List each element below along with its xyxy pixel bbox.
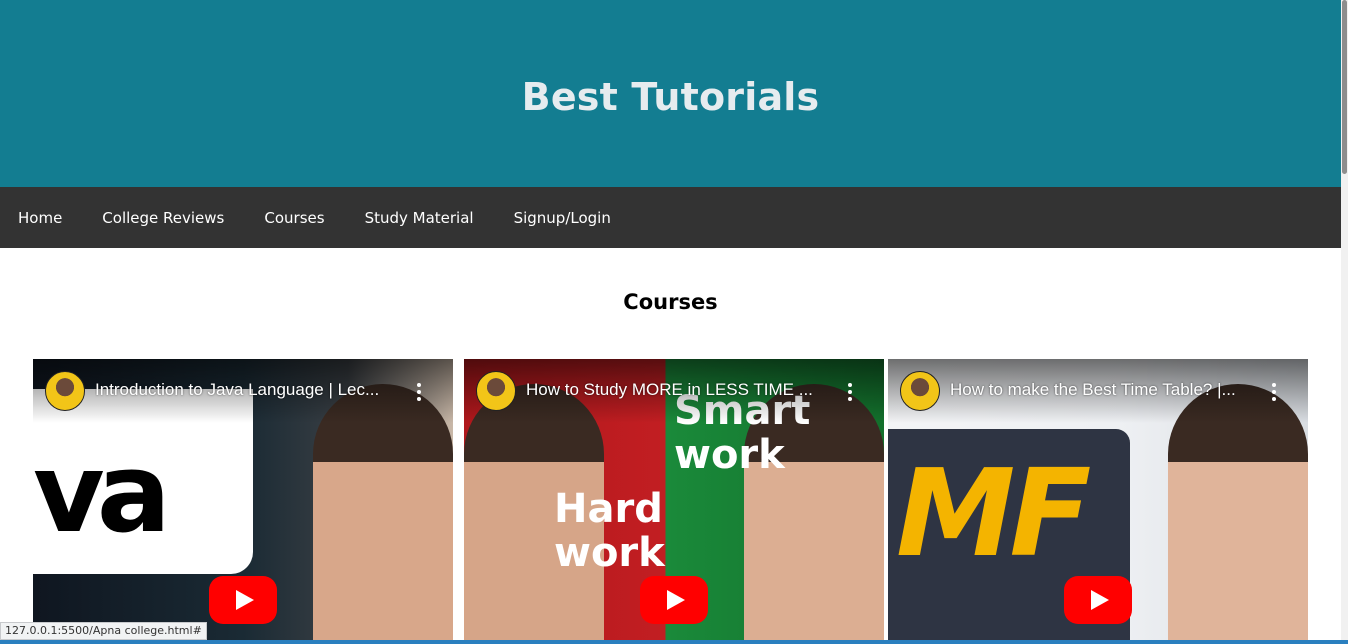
video-title[interactable]: How to make the Best Time Table? |... — [950, 380, 1260, 400]
play-button-icon[interactable] — [1064, 576, 1132, 624]
video-title[interactable]: Introduction to Java Language | Lec... — [95, 380, 405, 400]
channel-avatar[interactable] — [900, 371, 940, 411]
thumbnail-text: va — [33, 429, 171, 557]
scrollbar-thumb[interactable] — [1342, 0, 1347, 174]
nav-item-college-reviews[interactable]: College Reviews — [102, 209, 224, 227]
more-options-icon[interactable] — [848, 383, 852, 401]
courses-heading: Courses — [623, 290, 718, 314]
nav-item-courses[interactable]: Courses — [264, 209, 324, 227]
thumbnail-text-left: Hard work — [554, 486, 665, 576]
video-embed-time-table[interactable]: MF How to make the Best Time Table? |... — [888, 359, 1308, 644]
window-bottom-edge — [0, 640, 1348, 644]
site-header: Best Tutorials — [0, 0, 1341, 187]
play-button-icon[interactable] — [209, 576, 277, 624]
video-title[interactable]: How to Study MORE in LESS TIME ... — [526, 380, 836, 400]
channel-avatar[interactable] — [45, 371, 85, 411]
nav-item-home[interactable]: Home — [18, 209, 62, 227]
vertical-scrollbar[interactable] — [1341, 0, 1348, 644]
nav-item-signup-login[interactable]: Signup/Login — [514, 209, 611, 227]
video-embed-study-more[interactable]: Hard work Smart work How to Study MORE i… — [464, 359, 884, 644]
more-options-icon[interactable] — [417, 383, 421, 401]
nav-item-study-material[interactable]: Study Material — [365, 209, 474, 227]
thumbnail-person — [1168, 384, 1308, 644]
more-options-icon[interactable] — [1272, 383, 1276, 401]
channel-avatar[interactable] — [476, 371, 516, 411]
play-button-icon[interactable] — [640, 576, 708, 624]
thumbnail-text: MF — [896, 445, 1091, 584]
site-title: Best Tutorials — [521, 74, 820, 119]
thumbnail-person — [313, 384, 453, 644]
status-bar-url: 127.0.0.1:5500/Apna college.html# — [0, 622, 207, 640]
video-embed-java[interactable]: va Introduction to Java Language | Lec..… — [33, 359, 453, 644]
main-nav: Home College Reviews Courses Study Mater… — [0, 187, 1341, 248]
